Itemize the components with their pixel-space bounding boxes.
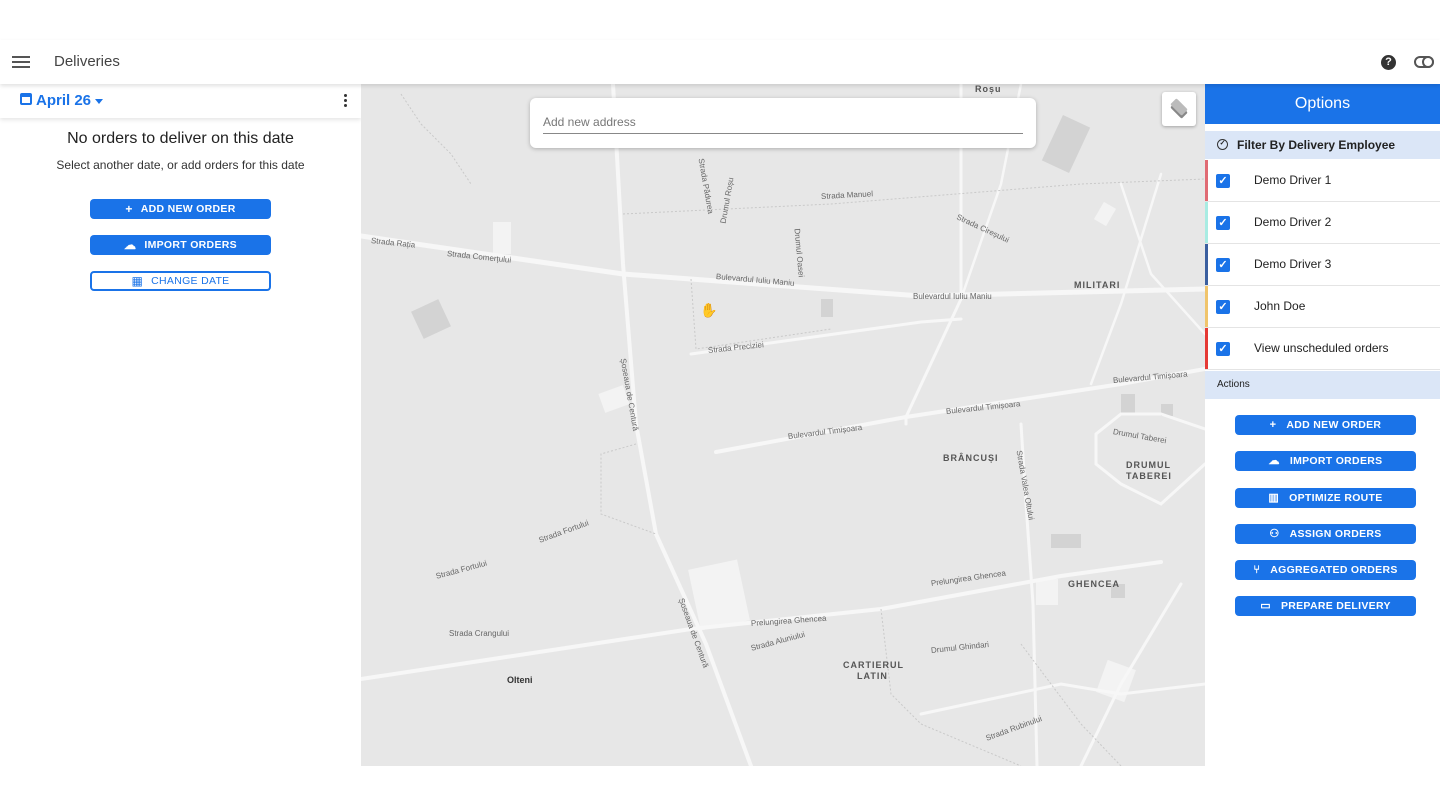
actions-header: Actions	[1205, 371, 1440, 399]
driver-row[interactable]: ✓ Demo Driver 3	[1205, 244, 1440, 286]
empty-state-subtitle: Select another date, or add orders for t…	[56, 158, 305, 172]
plus-icon: +	[1269, 419, 1277, 432]
checkbox-checked[interactable]: ✓	[1216, 216, 1230, 230]
driver-name: View unscheduled orders	[1254, 341, 1389, 355]
map-label-street: Strada Crangului	[449, 629, 510, 638]
options-title: Options	[1205, 84, 1440, 124]
map-label-brancusi: BRÂNCUȘI	[943, 453, 999, 463]
check-circle-icon: ✓	[1217, 139, 1228, 150]
road-connector	[919, 682, 1205, 716]
driver-name: Demo Driver 1	[1254, 173, 1332, 187]
hand-cursor-icon: ✋	[700, 302, 718, 318]
checkbox-checked[interactable]: ✓	[1216, 300, 1230, 314]
options-panel: Options ✓ Filter By Delivery Employee ✓ …	[1205, 84, 1440, 766]
map-label-taberei: TABEREI	[1126, 471, 1172, 481]
driver-row[interactable]: ✓ View unscheduled orders	[1205, 328, 1440, 370]
road-roundabout	[1094, 412, 1205, 506]
driver-row[interactable]: ✓ Demo Driver 1	[1205, 160, 1440, 202]
left-panel: April 26 No orders to deliver on this da…	[0, 84, 361, 766]
driver-color-bar	[1205, 286, 1208, 327]
map-label-drumul: DRUMUL	[1126, 460, 1171, 470]
map-layers-button[interactable]	[1162, 92, 1196, 126]
driver-name: Demo Driver 3	[1254, 257, 1332, 271]
map-building	[821, 299, 833, 317]
map-label-rosu: Roșu	[975, 84, 1002, 94]
filter-title: Filter By Delivery Employee	[1237, 138, 1396, 152]
caret-down-icon[interactable]	[95, 99, 103, 104]
address-search-input[interactable]	[543, 110, 1023, 134]
plus-icon: +	[125, 202, 133, 217]
map-label-street: Bulevardul Iuliu Maniu	[913, 292, 992, 301]
map-block	[493, 222, 511, 254]
calendar-icon: ▦	[131, 274, 144, 289]
empty-state-title: No orders to deliver on this date	[67, 130, 294, 147]
driver-row[interactable]: ✓ John Doe	[1205, 286, 1440, 328]
driver-color-bar	[1205, 202, 1208, 243]
top-app-bar: Deliveries ?	[0, 40, 1440, 84]
map-label-militari: MILITARI	[1074, 280, 1121, 290]
hamburger-menu-icon[interactable]	[12, 53, 30, 71]
map-building	[1051, 534, 1081, 548]
map-block	[1036, 579, 1058, 605]
map-icon: ▥	[1268, 492, 1280, 505]
aggregated-orders-button[interactable]: ⑂ AGGREGATED ORDERS	[1235, 560, 1416, 580]
date-selector-bar: April 26	[0, 84, 361, 118]
map-view[interactable]: Roșu MILITARI BRÂNCUȘI DRUMUL TABEREI GH…	[361, 84, 1205, 766]
cloud-upload-icon: ☁	[1268, 455, 1280, 468]
checkbox-checked[interactable]: ✓	[1216, 342, 1230, 356]
truck-icon: ▭	[1260, 600, 1271, 613]
toggle-icon[interactable]	[1414, 56, 1434, 68]
change-date-button[interactable]: ▦ CHANGE DATE	[90, 271, 271, 291]
people-icon: ⚇	[1269, 528, 1280, 541]
address-search-card	[530, 98, 1036, 148]
date-dropdown[interactable]: April 26	[36, 92, 91, 109]
checkbox-checked[interactable]: ✓	[1216, 174, 1230, 188]
road-connector	[1089, 172, 1163, 386]
map-label-ghencea: GHENCEA	[1068, 579, 1121, 589]
optimize-route-button[interactable]: ▥ OPTIMIZE ROUTE	[1235, 488, 1416, 508]
map-label-cartierul: CARTIERUL	[843, 660, 904, 670]
prepare-delivery-button[interactable]: ▭ PREPARE DELIVERY	[1235, 596, 1416, 616]
add-new-order-button[interactable]: + ADD NEW ORDER	[90, 199, 271, 219]
driver-color-bar	[1205, 244, 1208, 285]
import-orders-button[interactable]: ☁ IMPORT ORDERS	[1235, 451, 1416, 471]
add-new-order-button[interactable]: + ADD NEW ORDER	[1235, 415, 1416, 435]
driver-color-bar	[1205, 160, 1208, 201]
map-label-olteni: Olteni	[507, 675, 533, 685]
map-label-latin: LATIN	[857, 671, 888, 681]
checkbox-checked[interactable]: ✓	[1216, 258, 1230, 272]
boundary-line	[400, 93, 472, 185]
driver-color-bar	[1205, 328, 1208, 369]
calendar-icon	[20, 93, 32, 105]
page-title: Deliveries	[54, 53, 120, 70]
assign-orders-button[interactable]: ⚇ ASSIGN ORDERS	[1235, 524, 1416, 544]
merge-icon: ⑂	[1253, 564, 1261, 577]
import-orders-button[interactable]: ☁ IMPORT ORDERS	[90, 235, 271, 255]
cloud-upload-icon: ☁	[124, 238, 137, 253]
filter-header: ✓ Filter By Delivery Employee	[1205, 131, 1440, 159]
map-park	[411, 299, 451, 339]
more-vert-icon[interactable]	[344, 94, 348, 108]
driver-name: John Doe	[1254, 299, 1306, 313]
driver-row[interactable]: ✓ Demo Driver 2	[1205, 202, 1440, 244]
map-park	[1041, 115, 1091, 173]
driver-name: Demo Driver 2	[1254, 215, 1332, 229]
map-block	[1093, 201, 1117, 227]
map-building	[1121, 394, 1135, 414]
map-roads	[361, 84, 1205, 766]
map-block	[688, 559, 750, 631]
help-icon[interactable]: ?	[1381, 55, 1396, 70]
boundary-line	[880, 608, 1022, 766]
deliveries-app: Deliveries ? April 26 No orders to deliv…	[0, 0, 1440, 810]
